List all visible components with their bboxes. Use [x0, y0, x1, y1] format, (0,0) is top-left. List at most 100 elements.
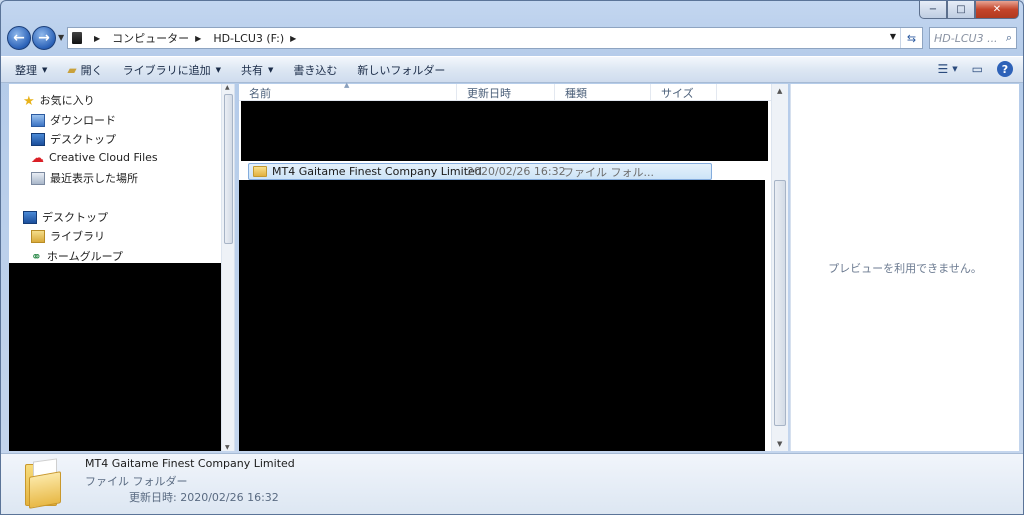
caption-buttons: − □ ✕ — [919, 1, 1019, 19]
details-date: 更新日時: 2020/02/26 16:32 — [129, 491, 279, 504]
nav-downloads-label: ダウンロード — [50, 114, 116, 127]
breadcrumb-drive-label: HD-LCU3 (F:) — [213, 31, 285, 45]
chevron-down-icon: ▼ — [42, 65, 48, 74]
column-header-name[interactable]: 名前 ▲ — [239, 81, 457, 101]
toolbar-right: ☰ ▼ ▭ ? — [924, 61, 1013, 77]
close-button[interactable]: ✕ — [975, 1, 1019, 19]
column-name-label: 名前 — [249, 86, 271, 100]
folder-icon — [253, 166, 267, 177]
column-type-label: 種類 — [565, 86, 587, 100]
forward-button[interactable]: → — [32, 26, 56, 50]
search-input[interactable]: HD-LCU3 ... ⌕ — [929, 27, 1017, 49]
chevron-down-icon: ▼ — [215, 65, 222, 74]
desktop-icon — [31, 132, 45, 146]
share-label: 共有 — [241, 63, 264, 77]
scroll-up-icon[interactable]: ▲ — [225, 84, 230, 91]
help-icon[interactable]: ? — [997, 61, 1013, 77]
open-button[interactable]: ▰ 開く — [67, 62, 102, 78]
nav-item-desktop[interactable]: デスクトップ — [31, 131, 116, 147]
folder-open-icon: ▰ — [67, 62, 77, 77]
burn-label: 書き込む — [293, 63, 338, 77]
chevron-right-icon[interactable]: ▶ — [195, 34, 201, 43]
list-item-selected[interactable]: MT4 Gaitame Finest Company Limited 2020/… — [248, 163, 712, 180]
column-headers: 名前 ▲ 更新日時 種類 サイズ — [239, 81, 788, 101]
organize-label: 整理 — [15, 63, 37, 77]
nav-libraries-label: ライブラリ — [50, 230, 105, 243]
open-label: 開く — [80, 63, 103, 77]
nav-item-favorites[interactable]: ★ お気に入り — [23, 92, 95, 109]
history-dropdown-icon[interactable]: ▼ — [58, 33, 64, 42]
chevron-right-icon[interactable]: ▶ — [290, 34, 296, 43]
nav-item-recent-places[interactable]: 最近表示した場所 — [31, 170, 138, 186]
homegroup-icon: ⚭ — [31, 249, 42, 265]
scroll-down-icon[interactable]: ▼ — [777, 440, 782, 448]
nav-item-homegroup[interactable]: ⚭ ホームグループ — [31, 248, 123, 265]
breadcrumb-computer[interactable]: コンピューター ▶ — [112, 30, 207, 46]
search-icon[interactable]: ⌕ — [1006, 31, 1012, 45]
drive-icon — [72, 32, 82, 44]
nav-scroll-thumb[interactable] — [224, 94, 233, 244]
new-folder-label: 新しいフォルダー — [357, 63, 446, 77]
desktop-icon — [23, 210, 37, 224]
new-folder-button[interactable]: 新しいフォルダー — [357, 62, 445, 78]
column-header-date[interactable]: 更新日時 — [457, 84, 555, 101]
column-header-size[interactable]: サイズ — [651, 84, 717, 101]
column-size-label: サイズ — [661, 86, 694, 100]
download-folder-icon — [31, 113, 45, 127]
scroll-down-icon[interactable]: ▼ — [225, 444, 230, 451]
address-dropdown-icon[interactable]: ▼ — [890, 32, 896, 41]
nav-scrollbar[interactable]: ▲ ▼ — [221, 84, 234, 451]
preview-message: プレビューを利用できません。 — [828, 261, 982, 275]
nav-item-downloads[interactable]: ダウンロード — [31, 112, 116, 128]
row-type: ファイル フォル... — [563, 165, 654, 179]
address-row: ← → ▼ ▶ コンピューター ▶ HD-LCU3 (F:) ▶ ▼ ⇆ HD-… — [5, 25, 1019, 53]
details-name: MT4 Gaitame Finest Company Limited — [85, 457, 295, 470]
share-button[interactable]: 共有 ▼ — [241, 62, 273, 78]
back-button[interactable]: ← — [7, 26, 31, 50]
column-date-label: 更新日時 — [467, 86, 511, 100]
preview-pane: プレビューを利用できません。 — [790, 84, 1019, 451]
file-list-scrollbar[interactable]: ▲ ▼ — [771, 84, 788, 451]
burn-button[interactable]: 書き込む — [293, 62, 337, 78]
file-list: 名前 ▲ 更新日時 種類 サイズ MT4 Gaitame Finest Comp… — [239, 81, 788, 451]
refresh-icon[interactable]: ⇆ — [900, 28, 922, 48]
address-bar[interactable]: ▶ コンピューター ▶ HD-LCU3 (F:) ▶ ▼ ⇆ — [67, 27, 923, 49]
view-options-icon[interactable]: ☰ — [938, 62, 949, 76]
breadcrumb-root-arrow[interactable]: ▶ — [88, 34, 106, 43]
row-date: 2020/02/26 16:32 — [467, 165, 566, 178]
maximize-button[interactable]: □ — [947, 1, 975, 19]
nav-item-desktop-root[interactable]: デスクトップ — [23, 209, 108, 225]
library-icon — [31, 229, 45, 243]
breadcrumb-drive[interactable]: HD-LCU3 (F:) ▶ — [213, 32, 302, 45]
star-icon: ★ — [23, 93, 35, 109]
sort-ascending-icon: ▲ — [344, 81, 350, 89]
recent-places-icon — [31, 171, 45, 185]
file-list-scroll-thumb[interactable] — [774, 180, 786, 426]
chevron-down-icon: ▼ — [268, 65, 274, 74]
nav-item-creative-cloud[interactable]: ☁ Creative Cloud Files — [31, 151, 158, 166]
organize-button[interactable]: 整理 ▼ — [15, 62, 47, 78]
command-bar: 整理 ▼ ▰ 開く ライブラリに追加 ▼ 共有 ▼ 書き込む 新しいフォルダー ☰ ▼… — [1, 56, 1023, 83]
redacted-region — [241, 101, 768, 161]
details-pane: MT4 Gaitame Finest Company Limited ファイル … — [1, 453, 1023, 514]
nav-homegroup-label: ホームグループ — [46, 250, 123, 263]
breadcrumb-computer-label: コンピューター — [112, 32, 190, 45]
nav-recent-places-label: 最近表示した場所 — [50, 172, 138, 185]
folder-large-icon — [25, 458, 63, 509]
nav-item-libraries[interactable]: ライブラリ — [31, 228, 105, 244]
view-dropdown-icon[interactable]: ▼ — [952, 65, 957, 73]
navigation-pane: ★ お気に入り ダウンロード デスクトップ ☁ Creative Cloud F… — [9, 84, 235, 451]
search-placeholder: HD-LCU3 ... — [934, 31, 998, 45]
add-to-library-button[interactable]: ライブラリに追加 ▼ — [123, 62, 221, 78]
nav-favorites-label: お気に入り — [39, 94, 95, 107]
column-header-type[interactable]: 種類 — [555, 84, 651, 101]
explorer-window: − □ ✕ ← → ▼ ▶ コンピューター ▶ HD-LCU3 (F:) ▶ ▼… — [0, 0, 1024, 515]
nav-desktop-root-label: デスクトップ — [42, 211, 108, 224]
preview-pane-icon[interactable]: ▭ — [972, 62, 983, 76]
details-type: ファイル フォルダー — [85, 475, 188, 488]
scroll-up-icon[interactable]: ▲ — [777, 87, 782, 95]
row-name: MT4 Gaitame Finest Company Limited — [272, 165, 482, 178]
nav-creative-cloud-label: Creative Cloud Files — [49, 151, 158, 164]
creative-cloud-icon: ☁ — [31, 151, 44, 166]
minimize-button[interactable]: − — [919, 1, 947, 19]
